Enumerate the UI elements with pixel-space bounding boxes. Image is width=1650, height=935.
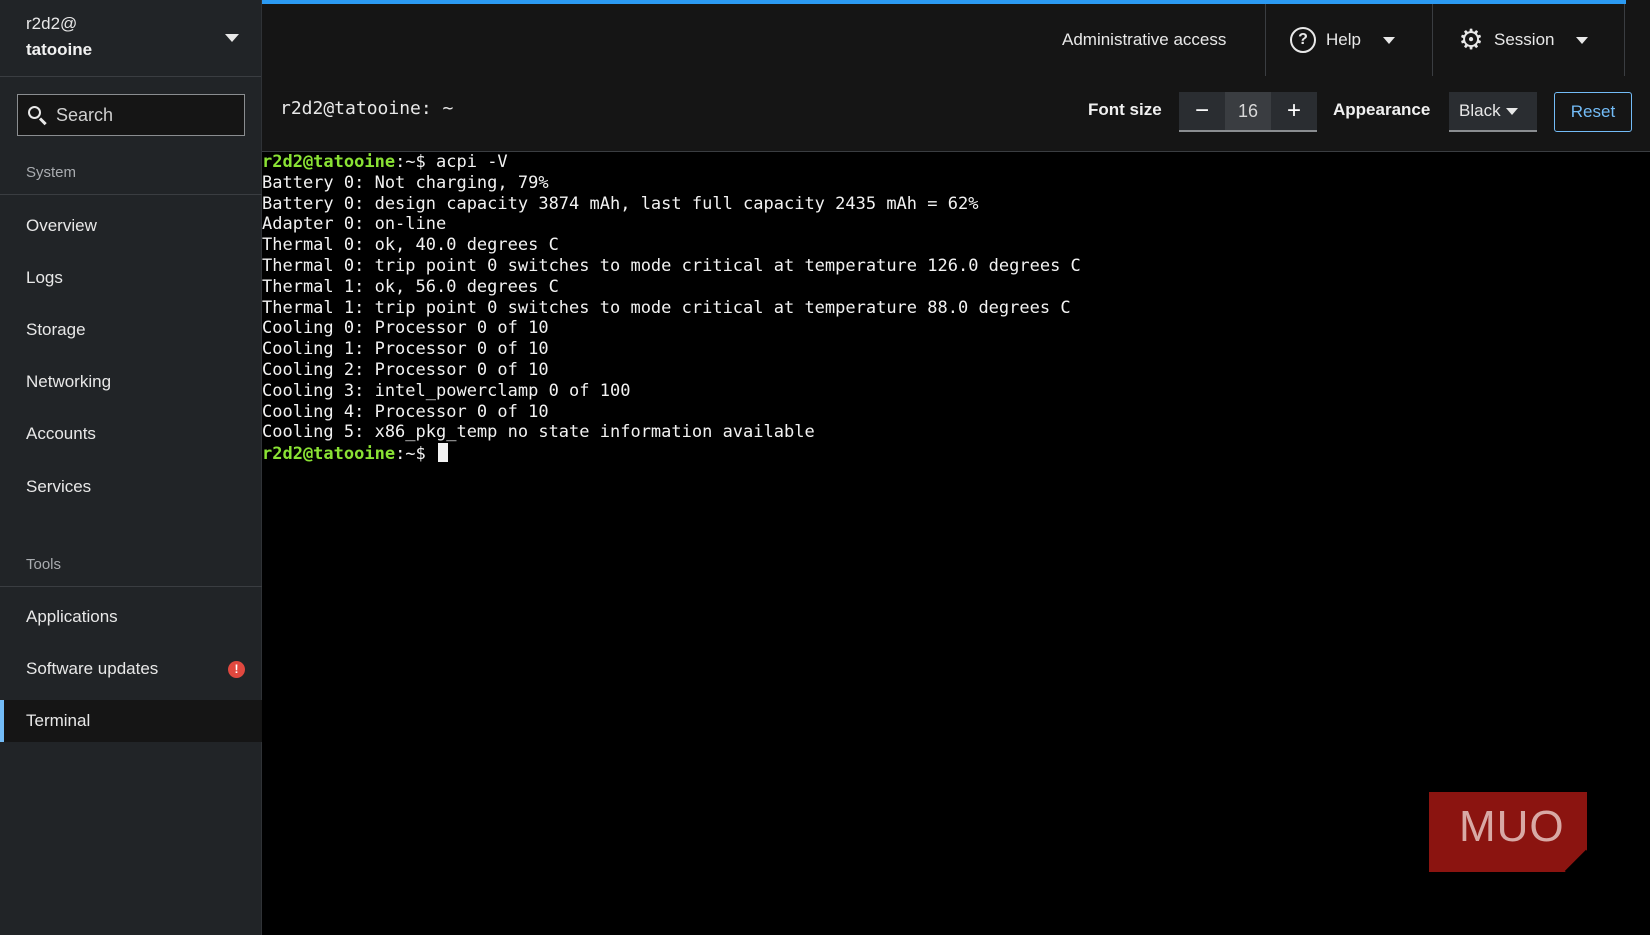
section-label-system: System [26, 164, 77, 181]
host-name: tatooine [26, 40, 93, 59]
terminal-output-line: Thermal 1: ok, 56.0 degrees C [262, 276, 559, 297]
font-size-decrease-button[interactable]: − [1179, 92, 1225, 132]
masthead: Administrative access ? Help ⚙ Session [262, 4, 1650, 76]
divider [0, 586, 262, 587]
terminal-output-line: Battery 0: design capacity 3874 mAh, las… [262, 193, 979, 214]
sidebar-item-accounts[interactable]: Accounts [0, 413, 262, 455]
watermark-text: MUO [1459, 802, 1565, 851]
sidebar: r2d2@ tatooine System Overview Logs Stor… [0, 0, 262, 935]
terminal-output-line: Battery 0: Not charging, 79% [262, 172, 549, 193]
command-text: acpi -V [436, 152, 508, 172]
sidebar-item-storage[interactable]: Storage [0, 309, 262, 351]
prompt-user: r2d2@tatooine [262, 444, 396, 465]
section-label-tools: Tools [26, 556, 62, 573]
terminal-output-line: Thermal 1: trip point 0 switches to mode… [262, 297, 1071, 318]
help-label: Help [1326, 30, 1361, 49]
sidebar-item-logs[interactable]: Logs [0, 257, 262, 299]
search-icon [26, 104, 48, 126]
sidebar-item-applications[interactable]: Applications [0, 596, 262, 638]
sidebar-item-networking[interactable]: Networking [0, 361, 262, 403]
terminal-header: r2d2@tatooine: ~ Font size − 16 + Appear… [262, 76, 1650, 152]
alert-badge: ! [228, 660, 245, 678]
gear-icon: ⚙ [1458, 24, 1484, 55]
terminal-output-line: Cooling 1: Processor 0 of 10 [262, 339, 549, 360]
chevron-down-icon [1576, 36, 1589, 44]
search-box[interactable] [17, 94, 245, 136]
appearance-value: Black [1459, 101, 1501, 120]
terminal-output-line: Cooling 3: intel_powerclamp 0 of 100 [262, 380, 631, 401]
chevron-down-icon [1382, 36, 1395, 44]
appearance-select[interactable]: Black [1449, 92, 1537, 132]
sidebar-item-terminal[interactable]: Terminal [0, 700, 262, 742]
chevron-down-icon [1505, 107, 1518, 115]
host-user: r2d2@ [26, 14, 78, 33]
font-size-label: Font size [1088, 100, 1162, 119]
terminal-command-line: r2d2@tatooine:~$ acpi -V [262, 152, 1650, 173]
terminal-output-line: Cooling 4: Processor 0 of 10 [262, 401, 549, 422]
search-input[interactable] [56, 104, 236, 126]
sidebar-item-overview[interactable]: Overview [0, 205, 262, 247]
administrative-access-button[interactable]: Administrative access [1062, 4, 1226, 76]
sidebar-item-label: Software updates [26, 659, 159, 678]
help-icon: ? [1290, 27, 1316, 53]
prompt-suffix: :~$ [395, 152, 437, 172]
font-size-value: 16 [1225, 92, 1271, 132]
terminal-output-line: Cooling 5: x86_pkg_temp no state informa… [262, 422, 815, 443]
divider [1265, 4, 1266, 76]
terminal-output-line: Cooling 0: Processor 0 of 10 [262, 318, 549, 339]
sidebar-item-services[interactable]: Services [0, 466, 262, 508]
muo-watermark-logo: MUO [1429, 792, 1587, 872]
terminal-cursor [438, 443, 449, 463]
terminal-prompt-line: r2d2@tatooine:~$ [262, 443, 1650, 464]
divider [1624, 4, 1625, 76]
divider [1432, 4, 1433, 76]
reset-button[interactable]: Reset [1554, 92, 1632, 132]
session-menu[interactable]: ⚙ Session [1458, 4, 1589, 76]
divider [0, 194, 262, 195]
terminal-output-line: Cooling 2: Processor 0 of 10 [262, 359, 549, 380]
terminal-output-line: Thermal 0: ok, 40.0 degrees C [262, 235, 559, 256]
host-switcher[interactable]: r2d2@ tatooine [0, 0, 261, 77]
session-label: Session [1494, 30, 1555, 49]
prompt-user: r2d2@tatooine [262, 152, 396, 172]
appearance-label: Appearance [1333, 100, 1431, 119]
prompt-suffix: :~$ [395, 444, 437, 465]
help-menu[interactable]: ? Help [1290, 4, 1395, 76]
terminal-output-line: Thermal 0: trip point 0 switches to mode… [262, 255, 1081, 276]
chevron-down-icon [225, 34, 239, 42]
terminal-output-line: Adapter 0: on-line [262, 214, 447, 235]
sidebar-item-software-updates[interactable]: Software updates ! [0, 648, 262, 690]
font-size-increase-button[interactable]: + [1271, 92, 1317, 132]
terminal-title: r2d2@tatooine: ~ [280, 98, 454, 119]
